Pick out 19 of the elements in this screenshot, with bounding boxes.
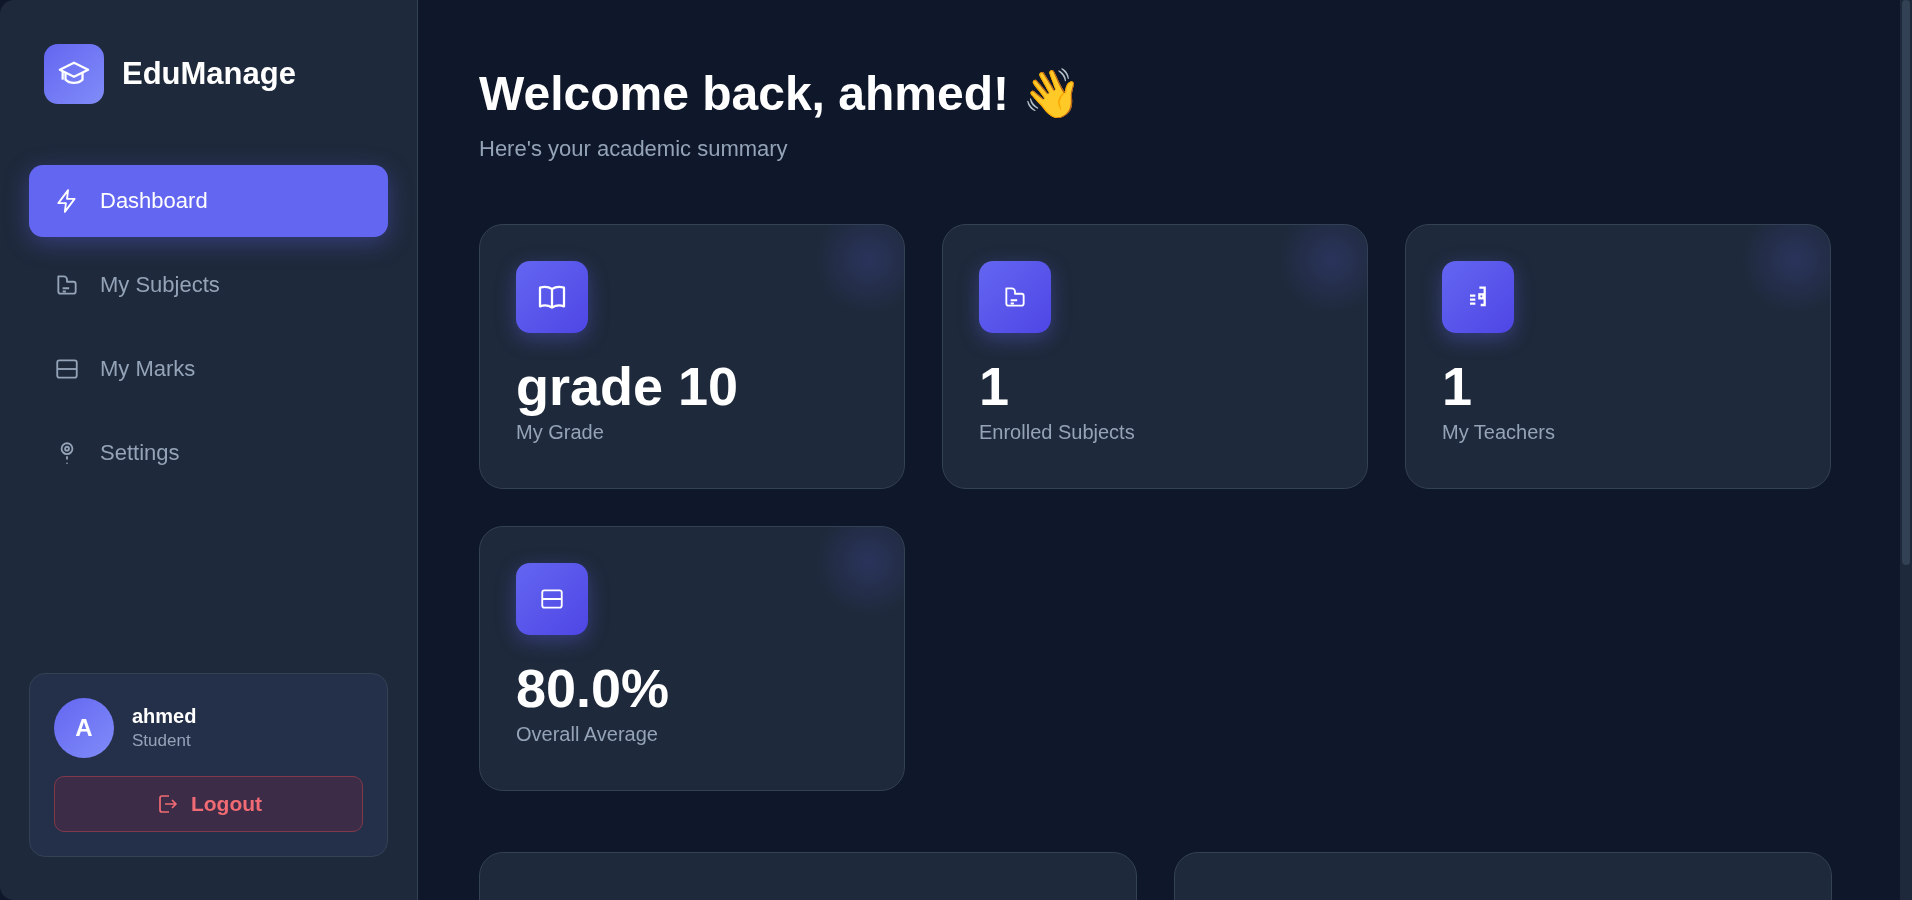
stat-value: 1 [1442, 355, 1474, 417]
stat-label: Enrolled Subjects [979, 421, 1136, 444]
stat-value: 1 [979, 355, 1011, 417]
user-role: Student [132, 731, 192, 751]
user-name: ahmed [132, 705, 197, 728]
stat-label: My Teachers [1442, 421, 1556, 444]
stat-value: grade 10 [516, 355, 740, 417]
avatar: A [54, 698, 114, 758]
logout-button[interactable]: Logout [54, 776, 363, 832]
stat-label: Overall Average [516, 723, 659, 746]
nav-item[interactable]: Dashboard [29, 165, 388, 237]
nav-item[interactable]: My Marks [29, 333, 388, 405]
stat-value: 80.0% [516, 657, 671, 719]
subtitle: Here's your academic summary [479, 136, 789, 162]
stat-label: My Grade [516, 421, 605, 444]
nav-item[interactable]: My Subjects [29, 249, 388, 321]
brand-name: EduManage [122, 56, 296, 92]
nav-item[interactable]: Settings [29, 417, 388, 489]
welcome-heading: Welcome back, ahmed! 👋 [479, 66, 1084, 122]
